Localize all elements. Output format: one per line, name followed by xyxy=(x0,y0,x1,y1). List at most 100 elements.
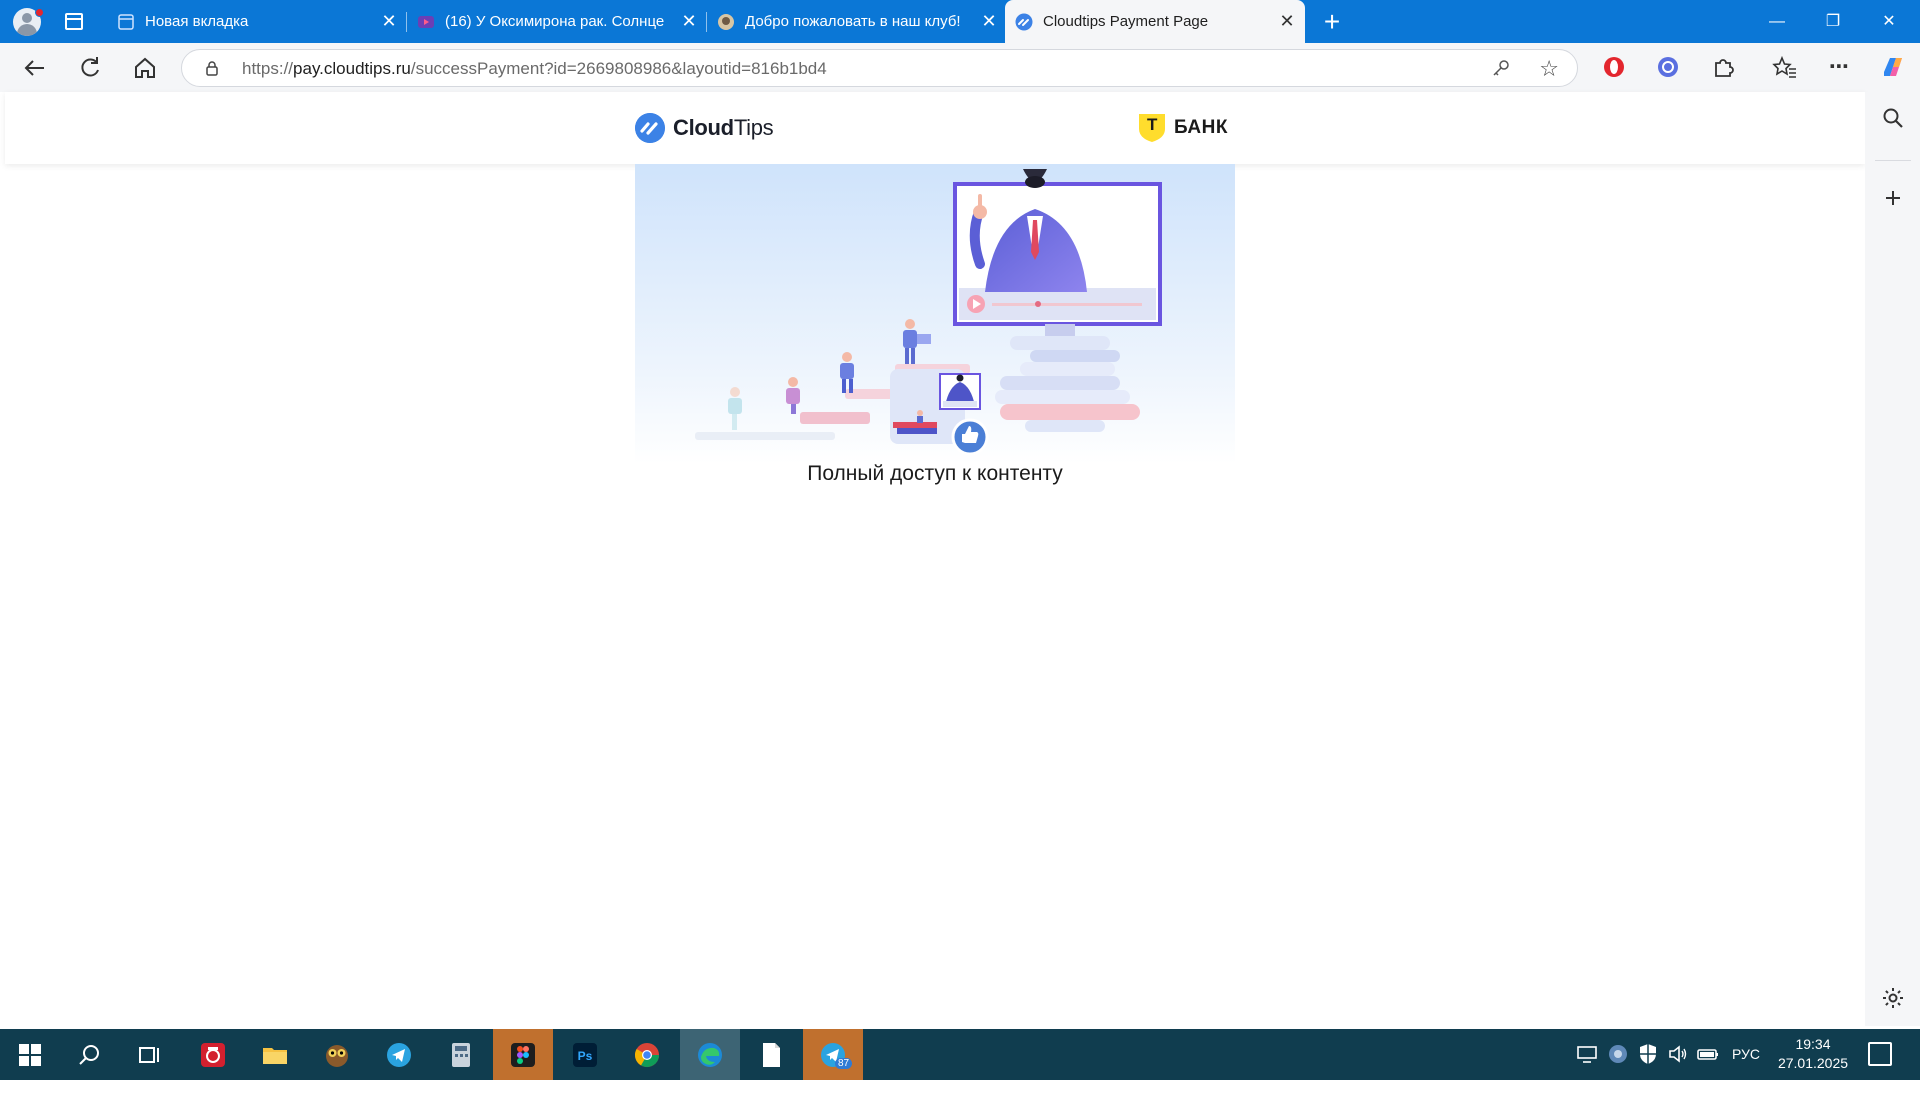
favorites-icon[interactable] xyxy=(1772,54,1798,80)
windows-taskbar: Ps 87 РУС 19:34 27.01.2025 xyxy=(0,1029,1920,1080)
taskbar-app-recorder[interactable] xyxy=(183,1029,243,1080)
profile-button[interactable] xyxy=(11,6,44,38)
cloudtips-icon xyxy=(1015,13,1033,31)
tray-clock[interactable]: 19:34 27.01.2025 xyxy=(1773,1035,1853,1073)
url-domain: pay.cloudtips.ru xyxy=(293,59,411,78)
lock-icon[interactable] xyxy=(204,60,220,76)
home-button[interactable] xyxy=(130,53,160,83)
tbank-logo[interactable]: Т БАНК xyxy=(1138,112,1228,144)
opera-extension-icon[interactable] xyxy=(1601,54,1627,80)
taskbar-app-explorer[interactable] xyxy=(245,1029,305,1080)
browser-titlebar: Новая вкладка ✕ (16) У Оксимирона рак. С… xyxy=(0,0,1920,43)
tab-new[interactable]: Новая вкладка ✕ xyxy=(107,0,407,43)
taskbar-app-figma[interactable] xyxy=(493,1029,553,1080)
telegram-unread-badge: 87 xyxy=(835,1058,853,1069)
taskbar-app-edge[interactable] xyxy=(680,1029,740,1080)
camera-app-icon xyxy=(201,1043,225,1067)
sidebar-add-button[interactable] xyxy=(1879,186,1907,214)
edge-icon xyxy=(698,1043,722,1067)
tab-title: (16) У Оксимирона рак. Солнце xyxy=(445,13,665,30)
owl-app-icon xyxy=(326,1045,348,1067)
search-icon xyxy=(1883,108,1903,128)
taskbar-app-photoshop[interactable]: Ps xyxy=(555,1029,615,1080)
taskbar-app-telegram[interactable] xyxy=(369,1029,429,1080)
start-button[interactable] xyxy=(0,1029,60,1080)
page-header: CloudTips Т БАНК xyxy=(5,92,1865,164)
task-view-icon xyxy=(139,1047,159,1063)
close-tab-icon[interactable]: ✕ xyxy=(1279,12,1295,30)
refresh-button[interactable] xyxy=(75,53,105,83)
taskbar-app-chrome[interactable] xyxy=(617,1029,677,1080)
tray-volume-icon[interactable] xyxy=(1666,1042,1690,1093)
tbank-logo-text: БАНК xyxy=(1174,117,1228,138)
cloudtips-logo-icon xyxy=(635,113,665,143)
document-icon xyxy=(763,1043,780,1067)
video-icon xyxy=(418,16,434,28)
search-icon xyxy=(79,1045,99,1065)
close-tab-icon[interactable]: ✕ xyxy=(381,12,397,30)
refresh-icon xyxy=(81,57,99,77)
vpn-extension-icon[interactable] xyxy=(1655,54,1681,80)
tab-actions-button[interactable] xyxy=(62,10,86,34)
page-caption: Полный доступ к контенту xyxy=(807,462,1063,485)
favorite-star-icon[interactable]: ☆ xyxy=(1539,56,1559,82)
back-button[interactable] xyxy=(20,53,50,83)
sidebar-settings-button[interactable] xyxy=(1879,986,1907,1014)
hero-illustration xyxy=(635,164,1235,464)
tab-club[interactable]: Добро пожаловать в наш клуб! ✕ xyxy=(707,0,1007,43)
edge-sidebar xyxy=(1865,92,1920,1026)
tab-title: Добро пожаловать в наш клуб! xyxy=(745,13,961,30)
taskbar-app-calculator[interactable] xyxy=(431,1029,491,1080)
tab-actions-icon xyxy=(65,13,83,30)
url-path: /successPayment?id=2669808986&layoutid=8… xyxy=(410,59,827,78)
password-key-icon[interactable] xyxy=(1491,58,1511,78)
page-icon xyxy=(118,14,134,30)
cloudtips-logo[interactable]: CloudTips xyxy=(635,112,774,144)
restore-button[interactable]: ❐ xyxy=(1806,0,1860,43)
sidebar-search-button[interactable] xyxy=(1879,106,1907,134)
sidebar-divider xyxy=(1875,160,1911,161)
tab-title: Новая вкладка xyxy=(145,13,249,30)
address-bar[interactable]: https://pay.cloudtips.ru/successPayment?… xyxy=(181,49,1578,87)
tab-cloudtips[interactable]: Cloudtips Payment Page ✕ xyxy=(1005,0,1305,43)
close-window-button[interactable]: ✕ xyxy=(1862,0,1916,43)
more-menu-icon[interactable]: ⋯ xyxy=(1826,54,1852,80)
arrow-left-icon xyxy=(24,60,44,76)
minimize-button[interactable]: — xyxy=(1750,0,1804,43)
plus-icon xyxy=(1886,191,1900,205)
calculator-icon xyxy=(452,1043,470,1067)
svg-text:Ps: Ps xyxy=(578,1049,593,1063)
taskbar-app-telegram-2[interactable]: 87 xyxy=(803,1029,863,1080)
telegram-icon xyxy=(387,1043,411,1067)
photoshop-icon: Ps xyxy=(573,1043,597,1067)
browser-toolbar: https://pay.cloudtips.ru/successPayment?… xyxy=(0,43,1920,92)
close-tab-icon[interactable]: ✕ xyxy=(981,12,997,30)
new-tab-button[interactable]: + xyxy=(1319,8,1345,36)
tray-vpn-icon[interactable] xyxy=(1606,1042,1630,1093)
clock-date: 27.01.2025 xyxy=(1777,1055,1849,1071)
tray-battery-icon[interactable] xyxy=(1696,1042,1720,1093)
home-icon xyxy=(135,57,155,78)
tab-video[interactable]: (16) У Оксимирона рак. Солнце ✕ xyxy=(407,0,707,43)
notifications-icon[interactable] xyxy=(1868,1042,1892,1066)
extensions-icon[interactable] xyxy=(1710,54,1736,80)
taskbar-search-button[interactable] xyxy=(60,1029,120,1080)
club-icon xyxy=(718,14,734,30)
figma-icon xyxy=(511,1043,535,1067)
copilot-icon[interactable] xyxy=(1880,54,1906,80)
taskbar-app-notepad[interactable] xyxy=(741,1029,801,1080)
tray-network-icon[interactable] xyxy=(1575,1042,1599,1093)
chrome-icon xyxy=(634,1043,659,1068)
url-text[interactable]: https://pay.cloudtips.ru/successPayment?… xyxy=(242,59,827,79)
tray-security-shield-icon[interactable] xyxy=(1636,1042,1660,1093)
tab-title: Cloudtips Payment Page xyxy=(1043,13,1209,30)
taskbar-app-owl[interactable] xyxy=(307,1029,367,1080)
page-viewport: CloudTips Т БАНК Полный доступ к контент… xyxy=(5,92,1865,1026)
task-view-button[interactable] xyxy=(120,1029,180,1080)
close-tab-icon[interactable]: ✕ xyxy=(681,12,697,30)
folder-icon xyxy=(263,1048,287,1064)
tbank-shield-letter: Т xyxy=(1147,115,1158,134)
tray-language[interactable]: РУС xyxy=(1732,1046,1760,1097)
url-scheme: https:// xyxy=(242,59,294,78)
cloudtips-logo-text: CloudTips xyxy=(673,115,774,140)
